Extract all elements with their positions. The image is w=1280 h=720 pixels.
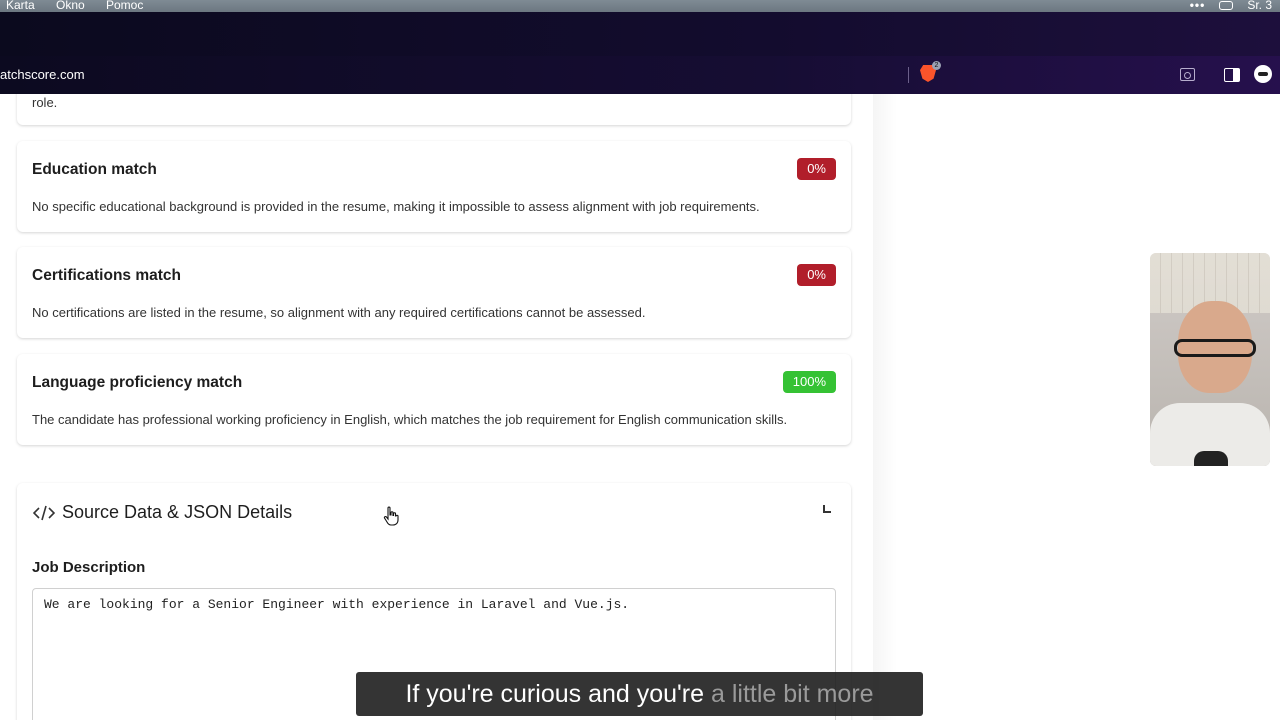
toolbar-divider xyxy=(908,67,909,83)
education-match-card: Education match 0% No specific education… xyxy=(17,141,851,232)
caption-current-text: If you're curious and you're xyxy=(405,680,705,708)
webcam-microphone xyxy=(1194,451,1228,466)
match-description: The candidate has professional working p… xyxy=(32,412,788,427)
menu-okno[interactable]: Okno xyxy=(56,0,85,11)
match-description: role. xyxy=(32,95,58,110)
page-content: role. Education match 0% No specific edu… xyxy=(0,94,1280,720)
sidebar-toggle-icon[interactable] xyxy=(1224,68,1240,82)
match-title: Certifications match xyxy=(32,267,182,284)
menu-pomoc[interactable]: Pomoc xyxy=(106,0,143,11)
shields-count-badge: 2 xyxy=(932,61,941,70)
content-divider xyxy=(873,94,897,720)
menubar-status: ••• Sr. 3 xyxy=(1190,0,1272,11)
more-icon[interactable]: ••• xyxy=(1190,0,1206,11)
browser-tab-strip xyxy=(0,12,1280,56)
video-caption: If you're curious and you're a little bi… xyxy=(356,672,923,716)
language-match-card: Language proficiency match 100% The cand… xyxy=(17,354,851,445)
menu-karta[interactable]: Karta xyxy=(6,0,35,11)
match-title: Language proficiency match xyxy=(32,374,243,391)
browser-toolbar: atchscore.com 2 xyxy=(0,56,1280,94)
collapse-toggle-icon[interactable] xyxy=(823,505,831,513)
webcam-presenter-glasses xyxy=(1174,339,1256,357)
menu-bar: Karta Okno Pomoc ••• Sr. 3 xyxy=(0,0,1280,12)
webcam-overlay xyxy=(1150,253,1270,466)
score-badge: 0% xyxy=(797,264,836,286)
wallet-icon[interactable] xyxy=(1254,65,1272,83)
reader-mode-icon[interactable] xyxy=(1180,68,1195,81)
job-description-label: Job Description xyxy=(32,559,146,576)
match-description: No certifications are listed in the resu… xyxy=(32,305,646,320)
hand-pointer-icon xyxy=(383,506,399,526)
caption-upcoming-text: a little bit more xyxy=(711,680,874,708)
control-center-icon[interactable] xyxy=(1219,0,1234,10)
match-card-partial: role. xyxy=(17,94,851,125)
address-bar-url[interactable]: atchscore.com xyxy=(0,67,85,82)
code-icon xyxy=(33,505,55,521)
certifications-match-card: Certifications match 0% No certification… xyxy=(17,247,851,338)
match-description: No specific educational background is pr… xyxy=(32,199,760,214)
score-badge: 0% xyxy=(797,158,836,180)
menubar-clock[interactable]: Sr. 3 xyxy=(1247,0,1272,11)
source-section-title[interactable]: Source Data & JSON Details xyxy=(62,502,292,523)
match-title: Education match xyxy=(32,161,157,178)
score-badge: 100% xyxy=(782,371,836,393)
